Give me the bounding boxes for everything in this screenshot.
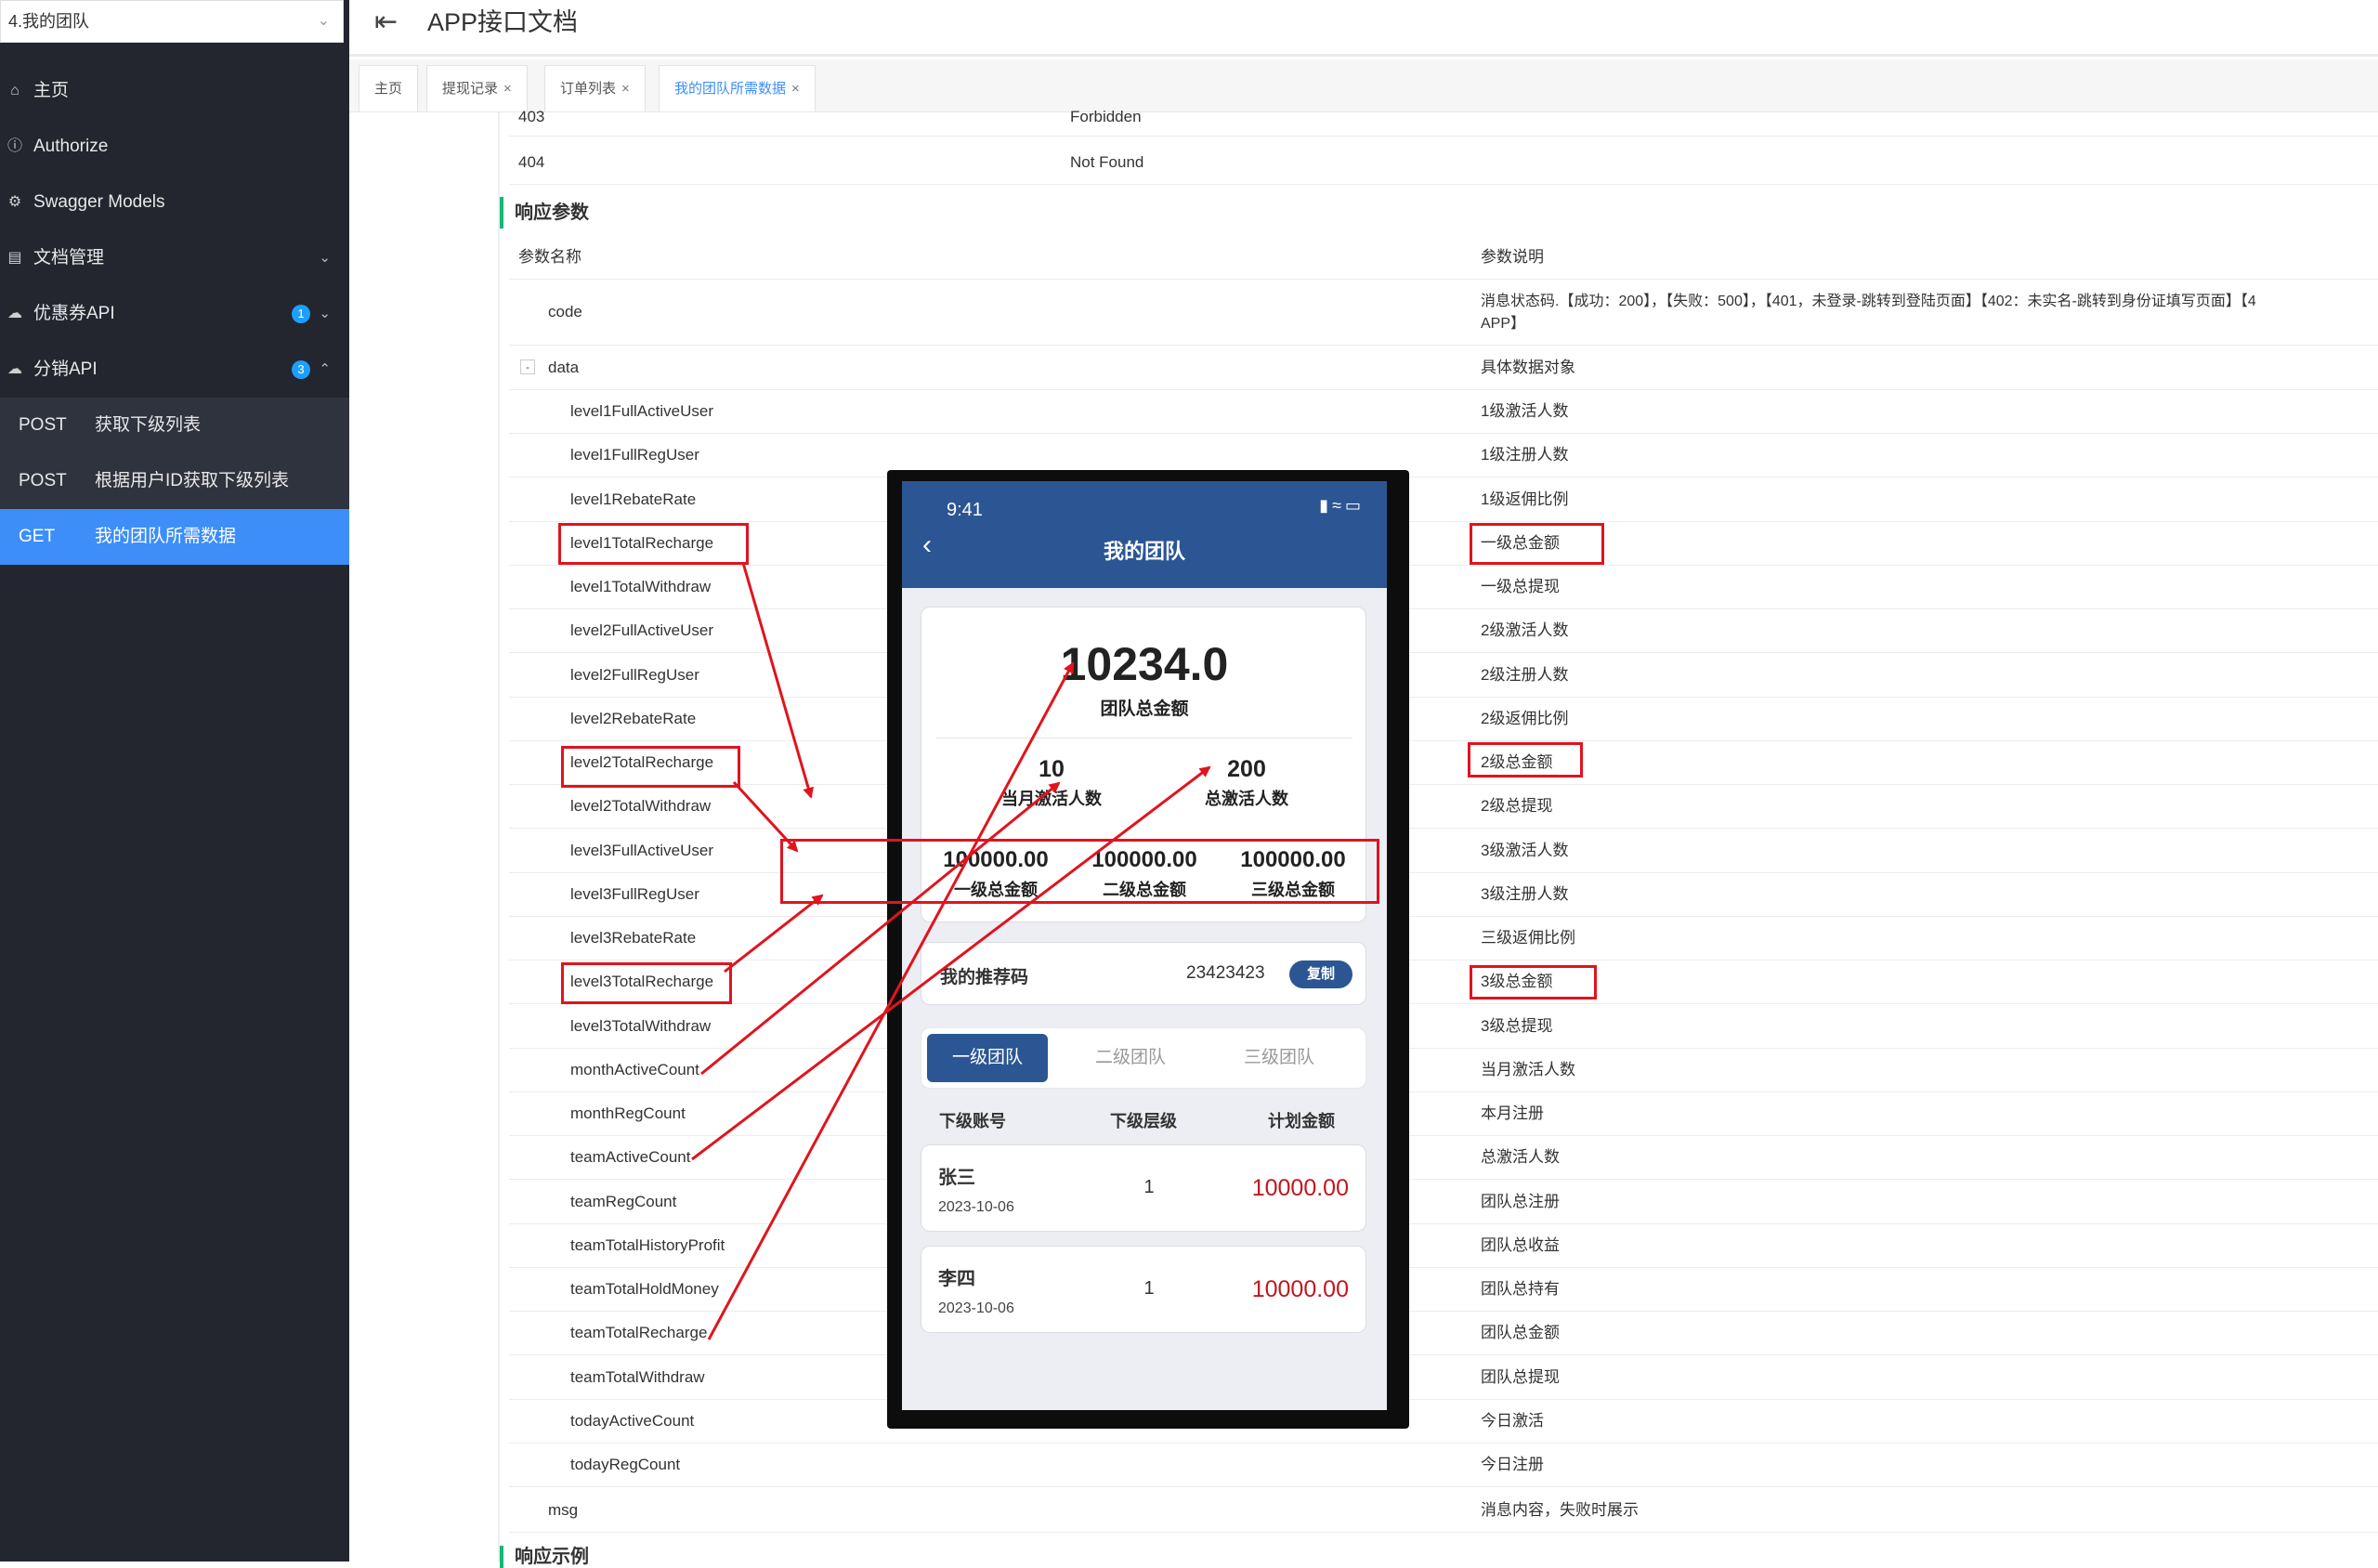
annotation-arrow (724, 894, 824, 973)
annotation-arrow (707, 661, 1075, 1340)
annotation-arrow (700, 781, 1061, 1076)
annotation-arrow (691, 765, 1211, 1161)
annotation-arrow (732, 780, 799, 853)
annotation-arrow (741, 562, 814, 799)
annotation-arrows (691, 562, 1211, 1340)
